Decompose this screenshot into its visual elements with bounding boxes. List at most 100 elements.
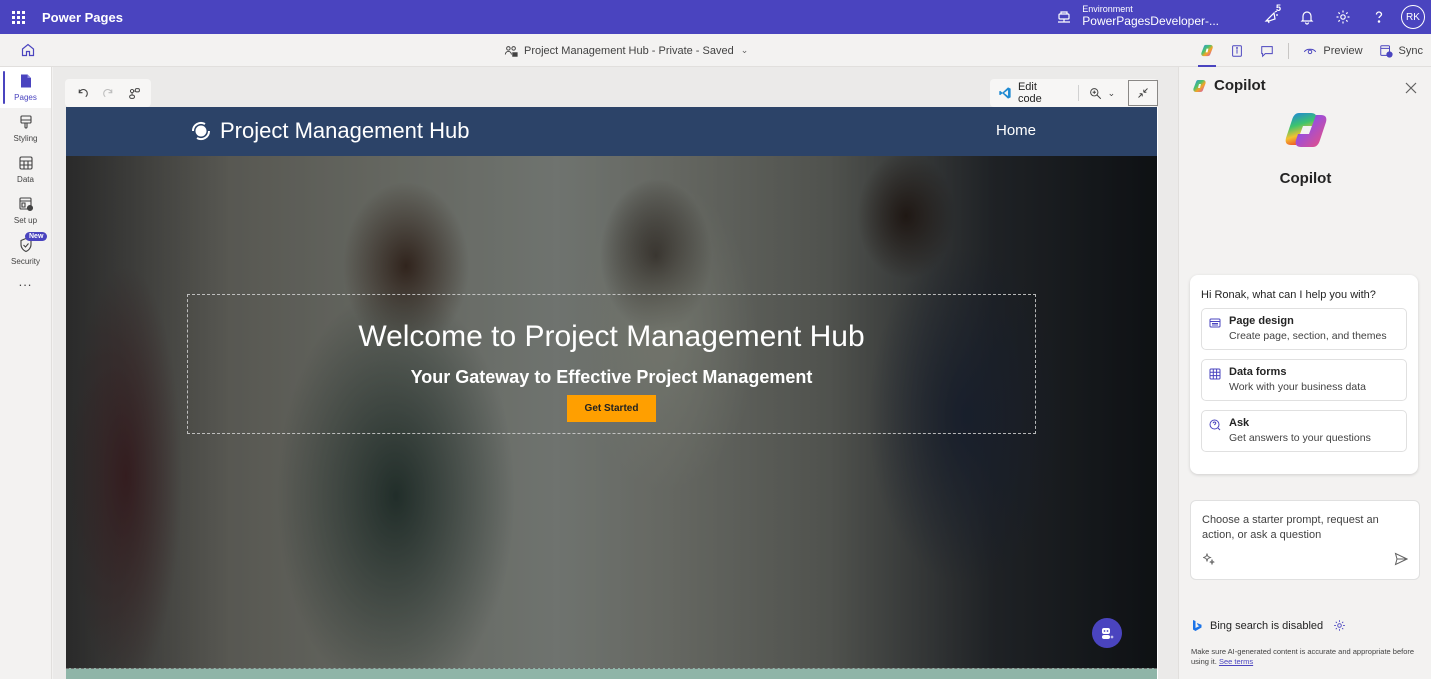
redo-icon	[102, 88, 112, 97]
next-section-strip	[66, 668, 1157, 679]
close-icon	[1405, 82, 1417, 94]
bing-icon	[1193, 619, 1202, 631]
option-data-forms[interactable]: Data forms Work with your business data	[1201, 359, 1407, 401]
whats-new-button[interactable]: 5	[1253, 0, 1289, 34]
user-avatar[interactable]: RK	[1401, 5, 1425, 29]
waffle-icon	[11, 10, 25, 24]
rail-label: Data	[17, 175, 34, 184]
site-title-dropdown[interactable]: Project Management Hub - Private - Saved…	[504, 34, 748, 67]
notifications-button[interactable]	[1289, 0, 1325, 34]
option-description: Create page, section, and themes	[1229, 330, 1387, 342]
environment-name: PowerPagesDeveloper-...	[1082, 14, 1219, 29]
preview-label: Preview	[1323, 44, 1363, 57]
send-icon[interactable]	[1394, 552, 1408, 566]
redo-button[interactable]	[95, 80, 121, 106]
nav-link-home[interactable]: Home	[996, 122, 1036, 139]
zoom-dropdown[interactable]: ⌄	[1085, 79, 1120, 107]
copilot-logo-icon	[1193, 79, 1206, 92]
copilot-hero-logo-icon	[1285, 113, 1327, 147]
site-header[interactable]: Project Management Hub Home	[66, 107, 1157, 156]
rail-item-data[interactable]: Data	[0, 149, 51, 190]
preview-scrollbar[interactable]: ▲ ▼	[1157, 107, 1158, 679]
hero-title: Welcome to Project Management Hub	[358, 320, 865, 353]
see-terms-link[interactable]: See terms	[1219, 657, 1253, 666]
zoom-in-icon	[1089, 87, 1101, 99]
paintbrush-icon	[19, 115, 32, 129]
rail-item-setup[interactable]: Set up	[0, 190, 51, 231]
people-lock-icon	[504, 45, 518, 57]
bing-status: Bing search is disabled	[1192, 619, 1346, 632]
notification-count: 5	[1275, 3, 1281, 13]
chevron-down-icon: ⌄	[1107, 87, 1116, 98]
sparkle-prompt-icon[interactable]	[1203, 553, 1215, 565]
canvas-toolbar-right: Edit code ⌄	[990, 79, 1158, 107]
rail-item-pages[interactable]: Pages	[0, 67, 51, 108]
collapse-button[interactable]	[1128, 80, 1158, 106]
copilot-prompt-input[interactable]	[1202, 513, 1410, 549]
site-name[interactable]: Project Management Hub	[220, 118, 469, 144]
new-badge: New	[25, 232, 48, 241]
rail-label: Pages	[14, 93, 37, 102]
collapse-arrows-icon	[1138, 88, 1148, 98]
environment-icon	[1056, 9, 1072, 25]
help-button[interactable]	[1361, 0, 1397, 34]
ai-disclaimer: Make sure AI-generated content is accura…	[1191, 647, 1427, 667]
chevron-down-icon: ⌄	[740, 45, 749, 55]
rail-label: Styling	[13, 134, 38, 143]
option-title: Page design	[1229, 315, 1294, 327]
rail-item-styling[interactable]: Styling	[0, 108, 51, 149]
comments-button[interactable]	[1252, 34, 1282, 67]
close-copilot-button[interactable]	[1404, 81, 1418, 95]
settings-button[interactable]	[1325, 0, 1361, 34]
preview-button[interactable]: Preview	[1295, 34, 1370, 67]
undo-button[interactable]	[69, 80, 95, 106]
more-button[interactable]: ...	[0, 274, 51, 289]
copilot-header: Copilot	[1192, 77, 1266, 94]
link-nodes-icon	[128, 87, 140, 99]
option-title: Data forms	[1229, 366, 1287, 378]
copilot-greeting: Hi Ronak, what can I help you with?	[1201, 289, 1376, 301]
environment-switcher[interactable]: Environment PowerPagesDeveloper-...	[1082, 5, 1219, 28]
info-book-icon	[1232, 44, 1243, 57]
grid-icon	[1209, 368, 1221, 380]
question-chat-icon	[1209, 419, 1221, 431]
undo-icon	[78, 88, 88, 97]
copilot-icon	[1201, 44, 1213, 57]
rail-item-security[interactable]: New Security	[0, 231, 51, 272]
rail-label: Set up	[13, 216, 38, 225]
settings-window-icon	[18, 197, 33, 212]
copilot-title: Copilot	[1279, 170, 1332, 187]
site-preview-frame: Project Management Hub Home Welcome to P…	[66, 107, 1158, 679]
sync-button[interactable]: Sync	[1371, 34, 1431, 67]
site-title-text: Project Management Hub - Private - Saved	[524, 44, 734, 57]
option-page-design[interactable]: Page design Create page, section, and th…	[1201, 308, 1407, 350]
option-title: Ask	[1229, 417, 1250, 429]
copilot-input-box	[1190, 500, 1420, 580]
copilot-suggestions-card: Hi Ronak, what can I help you with? Page…	[1190, 275, 1418, 474]
option-ask[interactable]: Ask Get answers to your questions	[1201, 410, 1407, 452]
top-bar: Power Pages Environment PowerPagesDevelo…	[0, 0, 1431, 34]
vscode-icon	[999, 87, 1011, 99]
eye-icon	[1304, 48, 1317, 54]
app-launcher-button[interactable]	[1, 0, 35, 34]
chat-icon	[1261, 45, 1274, 57]
page-icon	[20, 74, 31, 88]
edit-code-button[interactable]: Edit code	[990, 79, 1072, 107]
copilot-toggle-button[interactable]	[1192, 34, 1222, 67]
bell-icon	[1300, 11, 1314, 25]
copilot-header-title: Copilot	[1214, 77, 1266, 94]
canvas-toolbar-left	[65, 79, 151, 107]
edit-code-label: Edit code	[1017, 81, 1042, 105]
sync-icon	[1379, 44, 1393, 58]
home-button[interactable]	[20, 42, 36, 58]
home-icon	[21, 43, 35, 57]
component-tree-button[interactable]	[121, 80, 147, 106]
rail-label: Security	[11, 257, 40, 266]
bing-settings-gear-icon[interactable]	[1333, 619, 1346, 632]
get-started-button[interactable]: Get Started	[567, 395, 656, 422]
design-canvas: Edit code ⌄ Project Management Hub Home …	[53, 67, 1178, 679]
site-info-button[interactable]	[1222, 34, 1252, 67]
bing-status-text: Bing search is disabled	[1210, 619, 1324, 632]
chatbot-button[interactable]	[1092, 618, 1122, 648]
hero-subtitle: Your Gateway to Effective Project Manage…	[410, 367, 813, 387]
